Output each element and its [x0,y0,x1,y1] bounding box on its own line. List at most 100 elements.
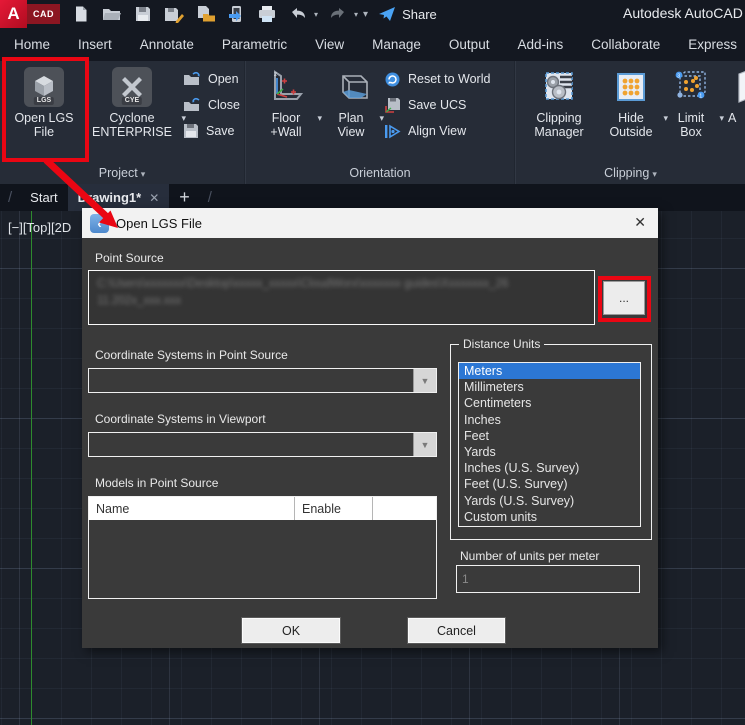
units-per-meter-input[interactable] [456,565,640,593]
floor-wall-dropdown-icon[interactable]: ▾ [317,113,322,123]
column-header-name[interactable]: Name [89,497,295,520]
dialog-title-bar[interactable]: ‹ Open LGS File ✕ [82,208,658,238]
slice-plane-icon [728,67,745,107]
logo-cad: CAD [27,4,60,24]
project-save-button[interactable]: Save [183,121,240,141]
point-source-path-field[interactable]: C:\Users\xxxxxxx\Desktop\xxxxx_xxxxx\Clo… [88,270,595,325]
unit-option-yards-us[interactable]: Yards (U.S. Survey) [459,493,640,509]
tab-start[interactable]: Start [20,184,67,211]
app-title: Autodesk AutoCAD [623,5,745,21]
ok-button[interactable]: OK [242,618,340,643]
unit-option-centimeters[interactable]: Centimeters [459,395,640,411]
reset-to-world-button[interactable]: Reset to World [384,69,490,89]
path-line-1: C:\Users\xxxxxxx\Desktop\xxxxx_xxxxx\Clo… [97,276,586,293]
coord-viewport-label: Coordinate Systems in Viewport [95,412,266,426]
share-button[interactable]: Share [378,6,437,22]
tab-view[interactable]: View [301,37,358,52]
clipping-manager-button[interactable]: Clipping Manager [524,67,594,139]
panel-label-orientation[interactable]: Orientation [246,166,514,180]
redo-dropdown-icon[interactable]: ▾ [354,10,358,19]
tab-drawing1[interactable]: Drawing1* ✕ [68,184,170,211]
models-table[interactable]: Name Enable [88,496,437,599]
redo-icon[interactable] [327,3,349,25]
plot-icon[interactable] [256,3,278,25]
project-panel-caret-icon: ▾ [141,169,146,179]
save-ucs-button[interactable]: Save UCS [384,95,490,115]
viewport-controls[interactable]: [−][Top][2D [8,220,71,235]
unit-option-inches-us[interactable]: Inches (U.S. Survey) [459,460,640,476]
tab-home[interactable]: Home [0,37,64,52]
unit-option-custom[interactable]: Custom units [459,509,640,525]
limit-box-button[interactable]: 3 1 Limit Box ▾ [666,67,716,139]
project-close-button[interactable]: Close [183,95,240,115]
tab-parametric[interactable]: Parametric [208,37,301,52]
tab-collaborate[interactable]: Collaborate [577,37,674,52]
unit-option-millimeters[interactable]: Millimeters [459,379,640,395]
panel-label-project[interactable]: Project▾ [0,166,244,180]
undo-dropdown-icon[interactable]: ▾ [314,10,318,19]
project-save-label: Save [206,124,235,138]
save-icon[interactable] [132,3,154,25]
share-plane-icon [378,6,396,22]
tab-add-ins[interactable]: Add-ins [503,37,577,52]
cye-icon: CYE [112,67,152,107]
clipping-partial-button[interactable]: A [728,67,745,125]
coord-point-source-select[interactable]: ▼ [88,368,437,393]
models-table-header: Name Enable [89,497,436,520]
ribbon-tab-bar: Home Insert Annotate Parametric View Man… [0,28,745,61]
panel-label-clipping[interactable]: Clipping▾ [516,166,745,180]
column-header-enable[interactable]: Enable [295,497,373,520]
dialog-close-icon[interactable]: ✕ [634,214,646,231]
tab-insert[interactable]: Insert [64,37,126,52]
tab-express[interactable]: Express [674,37,745,52]
unit-option-meters[interactable]: Meters [459,363,640,379]
cyclone-enterprise-label: Cyclone ENTERPRISE [86,111,178,139]
open-file-icon[interactable] [101,3,123,25]
combo-arrow-icon[interactable]: ▼ [413,369,436,392]
coord-viewport-select[interactable]: ▼ [88,432,437,457]
unit-option-yards[interactable]: Yards [459,444,640,460]
tab-annotate[interactable]: Annotate [126,37,208,52]
distance-units-list[interactable]: Meters Millimeters Centimeters Inches Fe… [458,362,641,527]
open-from-web-icon[interactable] [194,3,216,25]
new-file-icon[interactable] [70,3,92,25]
hide-outside-icon [611,67,651,107]
limit-box-dropdown-icon[interactable]: ▾ [719,113,724,123]
tab-divider: / [0,189,20,206]
unit-option-feet-us[interactable]: Feet (U.S. Survey) [459,476,640,492]
tab-close-icon[interactable]: ✕ [149,191,159,205]
share-label: Share [402,7,437,22]
hide-outside-button[interactable]: Hide Outside ▾ [602,67,660,139]
combo-arrow-icon[interactable]: ▼ [413,433,436,456]
plan-view-button[interactable]: Plan View ▾ [326,67,376,139]
ribbon: LGS Open LGS File CYE Cyclone ENTERPRISE… [0,61,745,184]
cyclone-enterprise-button[interactable]: CYE Cyclone ENTERPRISE ▾ [86,67,178,139]
tab-manage[interactable]: Manage [358,37,435,52]
clipping-partial-label: A [728,111,745,125]
file-tab-bar: / Start Drawing1* ✕ + / [0,184,745,211]
hide-outside-label: Hide Outside [602,111,660,139]
qat-customize-icon[interactable]: ▾ [363,9,368,20]
autocad-window: A CAD [0,0,745,725]
align-view-button[interactable]: Align View [384,121,490,141]
unit-option-feet[interactable]: Feet [459,428,640,444]
plan-view-icon [331,67,371,107]
cancel-button[interactable]: Cancel [408,618,505,643]
annotation-box-open-lgs [2,57,89,162]
undo-icon[interactable] [287,3,309,25]
tab-output[interactable]: Output [435,37,504,52]
annotation-box-browse [598,276,651,322]
save-as-icon[interactable] [163,3,185,25]
point-source-label: Point Source [95,251,164,265]
floor-wall-button[interactable]: z Floor +Wall ▾ [258,67,314,139]
save-to-web-icon[interactable] [225,3,247,25]
unit-option-inches[interactable]: Inches [459,412,640,428]
distance-units-label: Distance Units [459,337,544,351]
project-open-button[interactable]: Open [183,69,240,89]
new-drawing-button[interactable]: + [169,187,200,208]
clipping-manager-label: Clipping Manager [524,111,594,139]
limit-box-label: Limit Box [666,111,716,139]
close-project-icon [183,97,201,113]
autocad-logo-icon[interactable]: A CAD [0,0,60,28]
coord-point-source-label: Coordinate Systems in Point Source [95,348,288,362]
